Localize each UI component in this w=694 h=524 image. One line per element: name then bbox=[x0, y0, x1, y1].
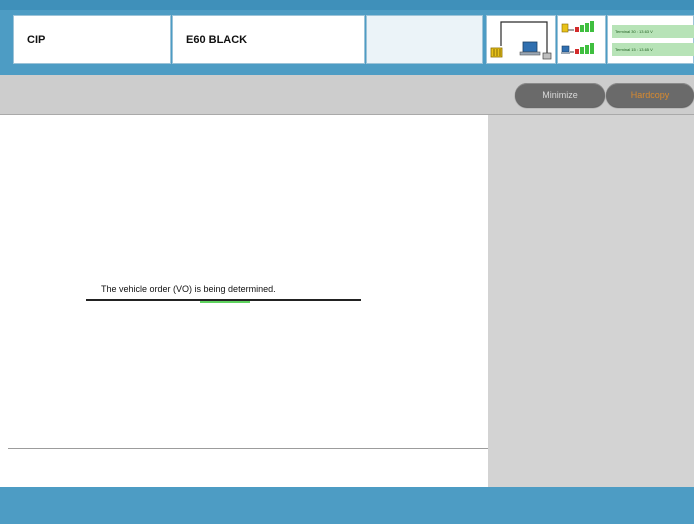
cip-label: CIP bbox=[27, 34, 46, 46]
vehicle-icon bbox=[490, 47, 503, 58]
cip-field: CIP bbox=[13, 15, 171, 64]
signal-strength-icon bbox=[561, 21, 594, 54]
signal-panel bbox=[557, 15, 606, 64]
toolbar: Minimize Hardcopy bbox=[0, 75, 694, 115]
progress-indicator bbox=[200, 301, 250, 303]
header-topline bbox=[0, 0, 694, 10]
terminal-15-readout: Terminal 15 : 13.65 V bbox=[612, 43, 694, 56]
footer-bar bbox=[0, 487, 694, 524]
hardcopy-button[interactable]: Hardcopy bbox=[606, 83, 694, 107]
header-bar: CIP E60 BLACK Terminal 30: 13.63 V Term… bbox=[0, 0, 694, 75]
terminal-30-readout: Terminal 30 : 13.63 V bbox=[612, 25, 694, 38]
minimize-button[interactable]: Minimize bbox=[515, 83, 605, 107]
terminal-voltage-panel: Terminal 30 : 13.63 V Terminal 15 : 13.6… bbox=[607, 15, 694, 64]
connection-diagram bbox=[486, 15, 556, 64]
vehicle-connection-icon bbox=[490, 21, 552, 60]
connection-status-panel: Terminal 30 : 13.63 V Terminal 15 : 13.6… bbox=[486, 15, 694, 64]
content-divider bbox=[8, 448, 488, 449]
status-message: The vehicle order (VO) is being determin… bbox=[101, 284, 276, 294]
info-field bbox=[366, 15, 483, 64]
vehicle-field: E60 BLACK bbox=[172, 15, 365, 64]
vehicle-label: E60 BLACK bbox=[186, 34, 248, 46]
laptop-icon bbox=[519, 41, 541, 56]
right-side-panel bbox=[488, 115, 694, 487]
tester-icon bbox=[542, 52, 552, 60]
